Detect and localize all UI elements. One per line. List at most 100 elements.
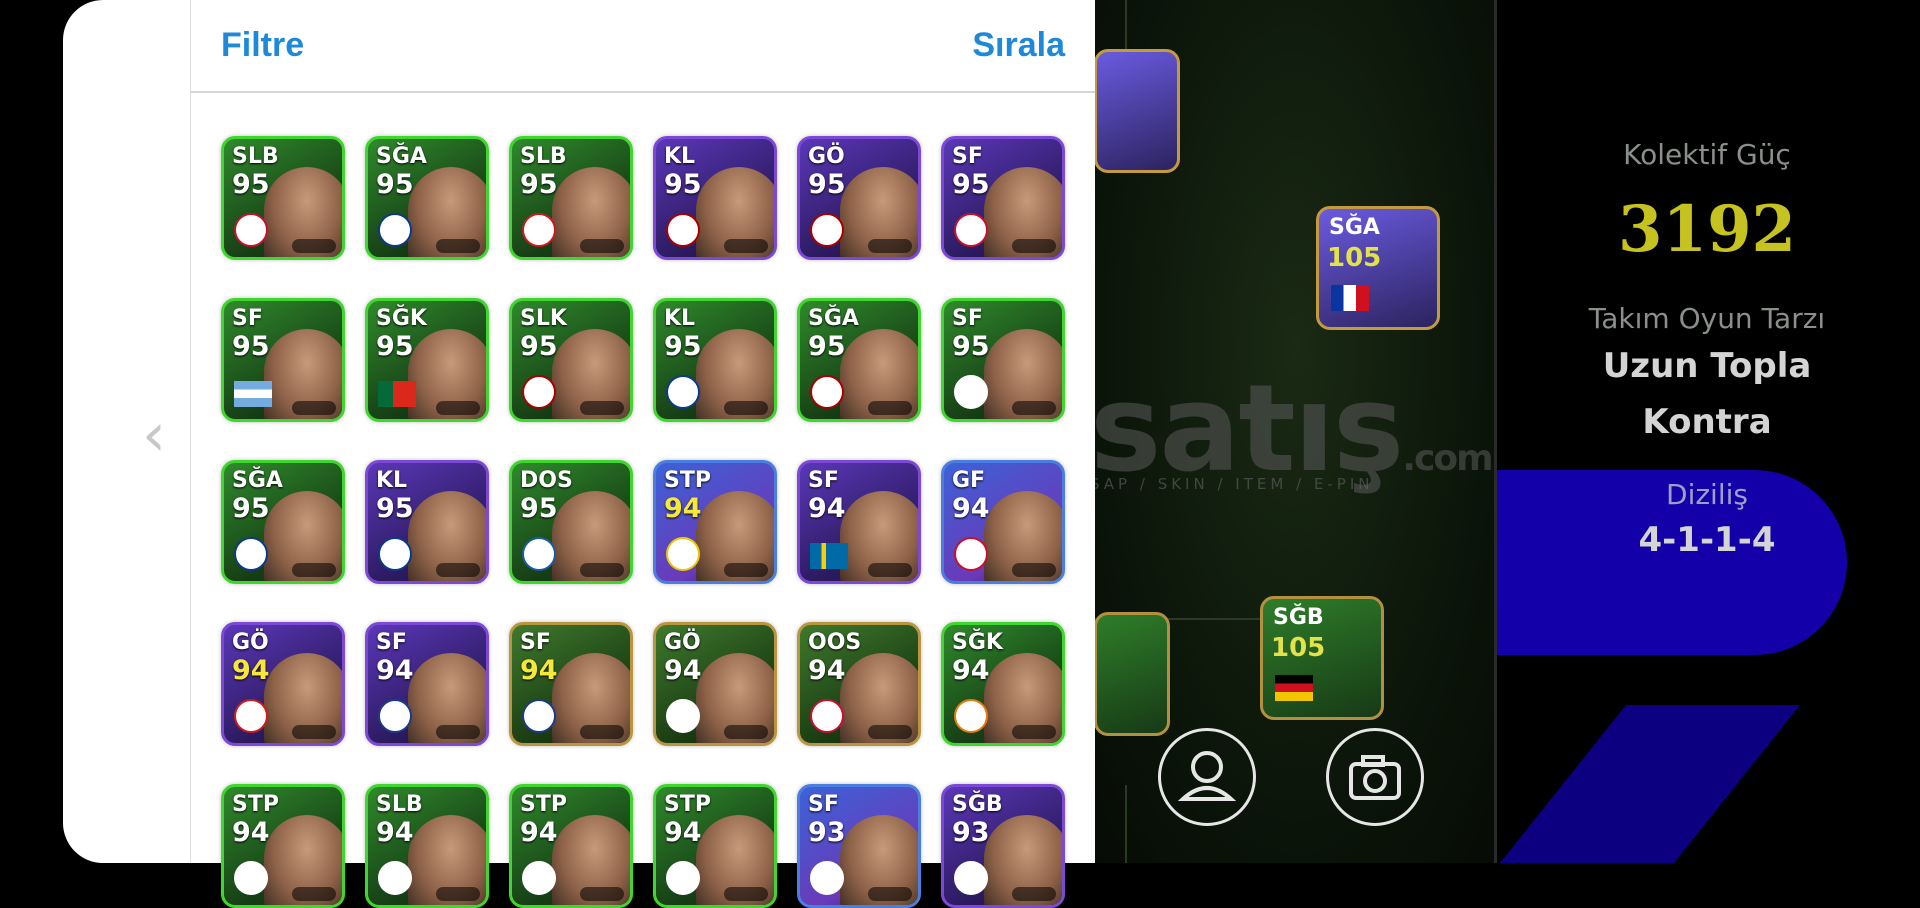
- portugal-flag-icon: [378, 381, 416, 407]
- player-card[interactable]: SF 94: [509, 622, 633, 746]
- player-position: SĞA: [232, 468, 283, 493]
- player-card[interactable]: GÖ 94: [221, 622, 345, 746]
- player-position: SF: [376, 630, 407, 655]
- user-icon: [1177, 751, 1237, 801]
- pitch-player-card[interactable]: SĞB 105: [1260, 596, 1384, 720]
- player-position: SĞB: [952, 792, 1003, 817]
- card-type-tag: [1012, 887, 1056, 901]
- player-card[interactable]: SĞK 94: [941, 622, 1065, 746]
- player-rating: 95: [952, 169, 990, 200]
- pitch-line: [1125, 785, 1127, 863]
- player-card[interactable]: SĞA 95: [365, 136, 489, 260]
- player-card[interactable]: SF 93: [797, 784, 921, 908]
- player-rating: 95: [232, 169, 270, 200]
- club-badge-icon: [810, 375, 844, 409]
- player-card[interactable]: SF 95: [941, 298, 1065, 422]
- player-card[interactable]: STP 94: [509, 784, 633, 908]
- player-rating: 94: [520, 817, 558, 848]
- player-rating: 105: [1327, 243, 1382, 273]
- player-rating: 95: [376, 331, 414, 362]
- club-badge-icon: [378, 537, 412, 571]
- club-badge-icon: [954, 861, 988, 895]
- player-card[interactable]: SLB 95: [509, 136, 633, 260]
- player-card[interactable]: GÖ 95: [797, 136, 921, 260]
- player-rating: 94: [808, 493, 846, 524]
- player-card[interactable]: SĞB 93: [941, 784, 1065, 908]
- pitch-player-card[interactable]: SĞA 105: [1316, 206, 1440, 330]
- player-card[interactable]: SF 94: [365, 622, 489, 746]
- player-rating: 94: [376, 655, 414, 686]
- card-type-tag: [292, 725, 336, 739]
- player-card[interactable]: DOS 95: [509, 460, 633, 584]
- chevron-left-icon[interactable]: ‹: [142, 400, 166, 470]
- player-rating: 95: [664, 331, 702, 362]
- player-rating: 94: [232, 817, 270, 848]
- card-type-tag: [292, 563, 336, 577]
- player-rating: 95: [952, 331, 990, 362]
- team-power-label: Kolektif Güç: [1623, 138, 1791, 171]
- player-position: KL: [376, 468, 408, 493]
- club-badge-icon: [378, 699, 412, 733]
- player-rating: 94: [952, 655, 990, 686]
- player-card[interactable]: KL 95: [365, 460, 489, 584]
- player-rating: 94: [952, 493, 990, 524]
- club-badge-icon: [522, 699, 556, 733]
- player-card[interactable]: KL 95: [653, 136, 777, 260]
- club-badge-icon: [522, 861, 556, 895]
- player-card[interactable]: SLB 94: [365, 784, 489, 908]
- player-rating: 105: [1271, 633, 1326, 663]
- player-card[interactable]: SF 95: [221, 298, 345, 422]
- club-badge-icon: [666, 375, 700, 409]
- player-position: SLB: [232, 144, 279, 169]
- player-card[interactable]: GF 94: [941, 460, 1065, 584]
- card-type-tag: [436, 239, 480, 253]
- player-position: SĞK: [376, 306, 427, 331]
- club-badge-icon: [954, 537, 988, 571]
- player-card[interactable]: SĞK 95: [365, 298, 489, 422]
- player-card[interactable]: OOS 94: [797, 622, 921, 746]
- panel-header: Filtre Sırala: [191, 0, 1095, 93]
- card-type-tag: [724, 563, 768, 577]
- camera-button[interactable]: [1326, 728, 1424, 826]
- player-card[interactable]: STP 94: [221, 784, 345, 908]
- player-card[interactable]: SF 95: [941, 136, 1065, 260]
- club-badge-icon: [954, 213, 988, 247]
- club-badge-icon: [666, 861, 700, 895]
- card-type-tag: [724, 887, 768, 901]
- club-badge-icon: [666, 699, 700, 733]
- player-rating: 94: [664, 817, 702, 848]
- player-card[interactable]: GÖ 94: [653, 622, 777, 746]
- profile-button[interactable]: [1158, 728, 1256, 826]
- player-card[interactable]: STP 94: [653, 784, 777, 908]
- player-position: SĞA: [376, 144, 427, 169]
- player-position: KL: [664, 144, 696, 169]
- card-type-tag: [1012, 401, 1056, 415]
- player-position: SF: [520, 630, 551, 655]
- filter-button[interactable]: Filtre: [221, 26, 304, 65]
- player-rating: 94: [808, 655, 846, 686]
- card-type-tag: [724, 401, 768, 415]
- player-card[interactable]: SLB 95: [221, 136, 345, 260]
- player-card[interactable]: SF 94: [797, 460, 921, 584]
- club-badge-icon: [810, 699, 844, 733]
- player-card[interactable]: SĞA 95: [221, 460, 345, 584]
- sort-button[interactable]: Sırala: [972, 26, 1065, 65]
- club-badge-icon: [810, 861, 844, 895]
- germany-flag-icon: [1275, 675, 1313, 701]
- club-badge-icon: [234, 213, 268, 247]
- pitch-player-card[interactable]: [1094, 612, 1170, 736]
- player-card[interactable]: SLK 95: [509, 298, 633, 422]
- pitch-player-card[interactable]: [1094, 49, 1180, 173]
- camera-icon: [1349, 755, 1401, 800]
- player-card[interactable]: STP 94: [653, 460, 777, 584]
- card-type-tag: [868, 887, 912, 901]
- player-card[interactable]: SĞA 95: [797, 298, 921, 422]
- card-type-tag: [292, 887, 336, 901]
- club-badge-icon: [234, 537, 268, 571]
- card-type-tag: [868, 563, 912, 577]
- player-card[interactable]: KL 95: [653, 298, 777, 422]
- club-badge-icon: [234, 699, 268, 733]
- player-rating: 94: [520, 655, 558, 686]
- player-rating: 93: [952, 817, 990, 848]
- player-rating: 95: [232, 331, 270, 362]
